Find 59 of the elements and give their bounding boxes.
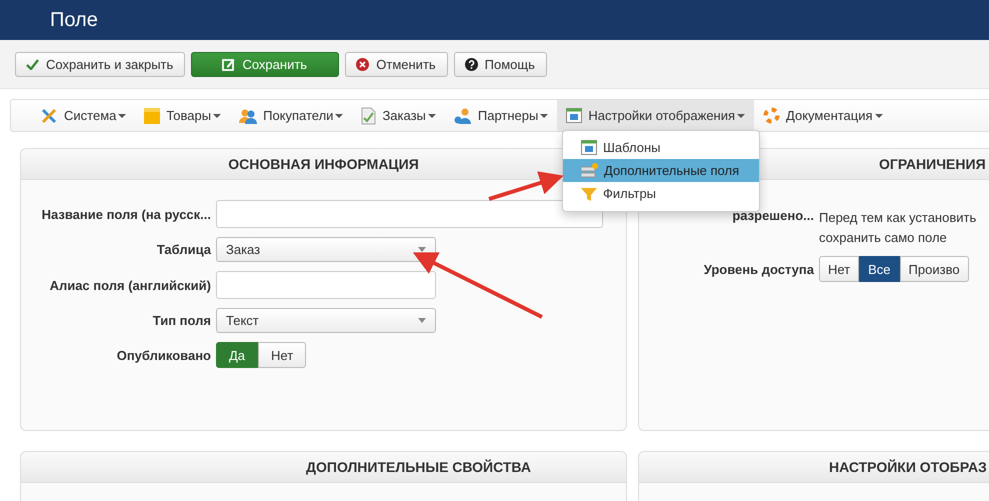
toolbar-button[interactable]: Сохранить и закрыть xyxy=(15,52,186,76)
window-icon xyxy=(581,140,597,155)
panel-title: ОГРАНИЧЕНИЯ xyxy=(879,156,986,172)
field-label: Опубликовано xyxy=(116,348,211,362)
document-icon xyxy=(361,106,376,124)
caret-icon xyxy=(540,114,548,118)
select-field[interactable]: Заказ xyxy=(216,237,436,262)
select-field[interactable]: Текст xyxy=(216,308,436,333)
menu-item[interactable]: Заказы xyxy=(352,100,445,131)
field-label: Уровень доступа xyxy=(702,262,814,276)
panel-title: ОСНОВНАЯ ИНФОРМАЦИЯ xyxy=(228,156,419,172)
box-icon xyxy=(144,106,160,124)
caret-icon xyxy=(428,114,436,118)
caret-icon xyxy=(335,114,344,118)
edit-icon xyxy=(222,58,236,70)
text-field[interactable] xyxy=(216,200,603,228)
caret-icon xyxy=(118,114,126,118)
caret-icon xyxy=(874,114,883,118)
toggle-option[interactable]: Нет xyxy=(819,256,860,282)
dropdown-item[interactable]: Фильтры xyxy=(563,182,759,205)
tools-icon xyxy=(40,106,58,124)
menu-item[interactable]: Документация xyxy=(754,100,892,131)
text-field[interactable] xyxy=(216,271,436,299)
menu-item[interactable]: Покупатели xyxy=(230,100,352,131)
menu-item[interactable]: Система xyxy=(31,100,136,131)
dropdown-item[interactable]: Шаблоны xyxy=(563,136,759,159)
menu-item[interactable]: Партнеры xyxy=(444,100,558,131)
toolbar-button[interactable]: Помощь xyxy=(454,52,547,76)
field-label: разрешено... xyxy=(731,207,814,223)
panel-title: ДОПОЛНИТЕЛЬНЫЕ СВОЙСТВА xyxy=(306,459,531,475)
help-icon xyxy=(464,58,478,70)
toolbar-button[interactable]: Сохранить xyxy=(191,52,340,76)
field-label: Таблица xyxy=(156,242,211,257)
lifebuoy-icon xyxy=(763,107,780,124)
note-text: сохранить само поле xyxy=(819,229,948,247)
toggle-option[interactable]: Да xyxy=(216,342,258,368)
users-icon xyxy=(239,108,258,124)
caret-icon xyxy=(737,114,746,118)
note-text: Перед тем как установить xyxy=(819,209,978,227)
users-icon xyxy=(454,106,472,124)
dropdown-item[interactable]: Дополнительные поля xyxy=(563,159,759,182)
menu-item[interactable]: Настройки отображения xyxy=(557,100,754,131)
field-label: Алиас поля (английский) xyxy=(48,278,211,292)
caret-icon xyxy=(213,114,222,118)
caret-icon xyxy=(418,247,426,252)
caret-icon xyxy=(418,318,426,323)
field-label: Название поля (на русск... xyxy=(40,206,211,222)
field-label: Тип поля xyxy=(152,313,211,328)
window-icon xyxy=(566,108,582,123)
page-title: Поле xyxy=(50,8,98,32)
list-add-icon xyxy=(581,163,598,178)
toggle-option[interactable]: Все xyxy=(859,256,900,282)
toggle-option[interactable]: Нет xyxy=(258,342,306,368)
cancel-icon xyxy=(356,58,370,70)
panel-title: НАСТРОЙКИ ОТОБРАЗ xyxy=(829,459,987,475)
toolbar-button[interactable]: Отменить xyxy=(345,52,448,76)
check-icon xyxy=(26,58,39,70)
toggle-option[interactable]: Произво xyxy=(900,256,969,282)
menu-item[interactable]: Товары xyxy=(135,100,230,131)
